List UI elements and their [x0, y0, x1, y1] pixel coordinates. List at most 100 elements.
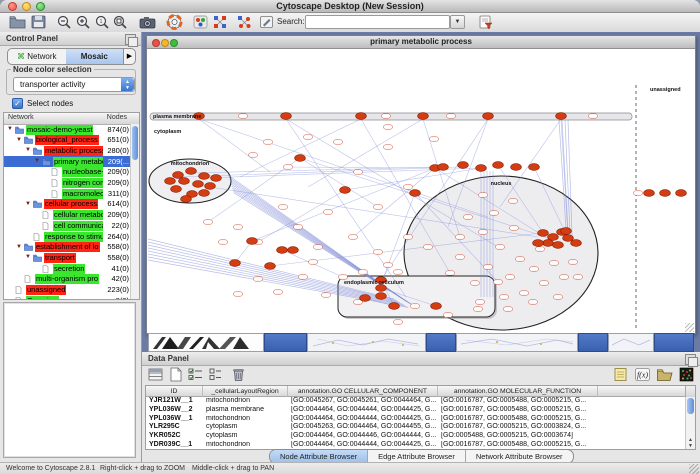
- small-node[interactable]: [234, 225, 243, 229]
- tree-row-overview[interactable]: Overview8(0): [4, 295, 139, 300]
- node[interactable]: [553, 242, 564, 249]
- background-window-titlebar[interactable]: [654, 333, 694, 352]
- small-node[interactable]: [530, 267, 539, 271]
- node[interactable]: [199, 190, 210, 197]
- edit-network-2-icon[interactable]: [236, 14, 253, 30]
- small-node[interactable]: [424, 245, 433, 249]
- attribute-grid-icon[interactable]: [147, 366, 164, 383]
- node-color-dropdown[interactable]: transporter activity ▲▼: [13, 77, 135, 92]
- small-node[interactable]: [554, 295, 563, 299]
- import-attributes-folder-icon[interactable]: [656, 366, 673, 383]
- column-header-id[interactable]: ID: [146, 386, 203, 397]
- node[interactable]: [295, 155, 306, 162]
- zoom-actual-icon[interactable]: 1: [94, 14, 111, 30]
- node[interactable]: [556, 113, 567, 120]
- edit-network-1-icon[interactable]: [212, 14, 229, 30]
- small-node[interactable]: [334, 140, 343, 144]
- small-node[interactable]: [374, 250, 383, 254]
- tree-row-secretion[interactable]: secretion41(0): [4, 263, 139, 274]
- small-node[interactable]: [384, 145, 393, 149]
- small-node[interactable]: [464, 215, 473, 219]
- small-node[interactable]: [444, 313, 453, 317]
- small-node[interactable]: [204, 220, 213, 224]
- zoom-fit-icon[interactable]: [112, 14, 129, 30]
- tree-row-metabolic-process[interactable]: ▼metabolic process280(0): [4, 145, 139, 156]
- small-node[interactable]: [540, 281, 549, 285]
- function-builder-icon[interactable]: f(x): [634, 366, 651, 383]
- node[interactable]: [431, 303, 442, 310]
- small-node[interactable]: [456, 235, 465, 239]
- select-nodes-checkbox[interactable]: ✓ Select nodes: [12, 98, 73, 109]
- search-input[interactable]: [305, 15, 450, 29]
- node[interactable]: [211, 175, 222, 182]
- node[interactable]: [360, 295, 371, 302]
- node[interactable]: [538, 230, 549, 237]
- small-node[interactable]: [304, 135, 313, 139]
- small-node[interactable]: [504, 307, 513, 311]
- small-node[interactable]: [411, 304, 420, 308]
- node[interactable]: [277, 247, 288, 254]
- column-header-cellular-component[interactable]: annotation.GO CELLULAR_COMPONENT: [288, 386, 438, 397]
- small-node[interactable]: [279, 205, 288, 209]
- tree-row-unassigned[interactable]: unassigned223(0): [4, 285, 139, 296]
- small-node[interactable]: [509, 199, 518, 203]
- tree-row-cellular-metabol[interactable]: cellular metabol209(0): [4, 210, 139, 221]
- node[interactable]: [199, 173, 210, 180]
- small-node[interactable]: [299, 275, 308, 279]
- small-node[interactable]: [274, 290, 283, 294]
- apply-filter-icon[interactable]: [477, 14, 494, 30]
- tree-scrollbar[interactable]: [130, 124, 139, 299]
- tree-row-primary-metabo[interactable]: ▼primary metabo209(...: [4, 156, 139, 167]
- column-header-region[interactable]: _cellularLayoutRegion: [203, 386, 288, 397]
- node[interactable]: [529, 164, 540, 171]
- tab-network[interactable]: ⌘ Network: [8, 49, 66, 64]
- small-node[interactable]: [560, 275, 569, 279]
- node[interactable]: [660, 190, 671, 197]
- table-scrollbar-thumb[interactable]: [687, 398, 694, 414]
- small-node[interactable]: [516, 257, 525, 261]
- small-node[interactable]: [500, 295, 509, 299]
- float-panel-icon[interactable]: [125, 34, 136, 45]
- node[interactable]: [205, 183, 216, 190]
- node[interactable]: [173, 172, 184, 179]
- node[interactable]: [644, 190, 655, 197]
- tree-row-macromolecule[interactable]: macromolecule311(0): [4, 188, 139, 199]
- background-window-overview[interactable]: [148, 333, 264, 352]
- birds-eye-view[interactable]: [3, 302, 136, 458]
- network-frame-titlebar[interactable]: primary metabolic process: [147, 36, 695, 49]
- table-row-yjr121w__1[interactable]: YJR121W__1mitochondrion[GO:0045267, GO:0…: [146, 397, 695, 406]
- small-node[interactable]: [479, 193, 488, 197]
- node[interactable]: [410, 190, 421, 197]
- small-node[interactable]: [254, 277, 263, 281]
- float-panel-icon[interactable]: [685, 354, 696, 365]
- notepad-icon[interactable]: [612, 366, 629, 383]
- tree-row-mosaic-demo-yeast[interactable]: ▼mosaic-demo-yeast874(0): [4, 124, 139, 135]
- small-node[interactable]: [569, 260, 578, 264]
- node[interactable]: [288, 247, 299, 254]
- small-node[interactable]: [374, 205, 383, 209]
- tree-row-response-to-stimul[interactable]: response to stimul264(0): [4, 231, 139, 242]
- tree-row-nitrogen-compo[interactable]: nitrogen compo209(0): [4, 178, 139, 189]
- small-node[interactable]: [589, 114, 598, 118]
- node[interactable]: [376, 293, 387, 300]
- small-node[interactable]: [234, 292, 243, 296]
- snapshot-icon[interactable]: [139, 14, 156, 30]
- zoom-out-icon[interactable]: [56, 14, 73, 30]
- small-node[interactable]: [510, 226, 519, 230]
- small-node[interactable]: [249, 153, 258, 157]
- table-row-ypl036w__2[interactable]: YPL036W__2plasma membrane[GO:0044464, GO…: [146, 406, 695, 415]
- node[interactable]: [511, 164, 522, 171]
- attribute-list-icon[interactable]: [207, 366, 224, 383]
- node[interactable]: [493, 162, 504, 169]
- node[interactable]: [265, 263, 276, 270]
- node[interactable]: [356, 113, 367, 120]
- small-node[interactable]: [404, 185, 413, 189]
- small-node[interactable]: [446, 271, 455, 275]
- tree-row-nucleobase-[interactable]: nucleobase-209(0): [4, 167, 139, 178]
- background-window-thumbnail[interactable]: [456, 333, 578, 352]
- tree-row-cell-communicat[interactable]: cell communicat22(0): [4, 220, 139, 231]
- node[interactable]: [171, 186, 182, 193]
- node[interactable]: [438, 164, 449, 171]
- select-attributes-icon[interactable]: [187, 366, 204, 383]
- node[interactable]: [179, 178, 190, 185]
